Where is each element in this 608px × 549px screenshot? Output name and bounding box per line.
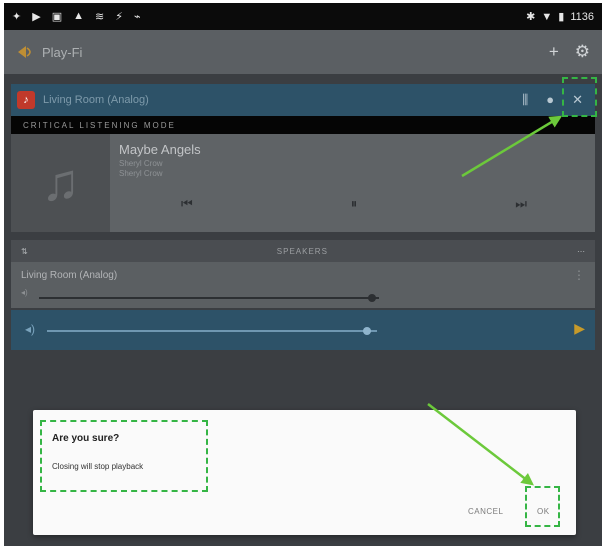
arrow-to-ok bbox=[427, 403, 534, 486]
annotation-arrows bbox=[427, 115, 563, 486]
arrow-to-close bbox=[461, 115, 563, 178]
